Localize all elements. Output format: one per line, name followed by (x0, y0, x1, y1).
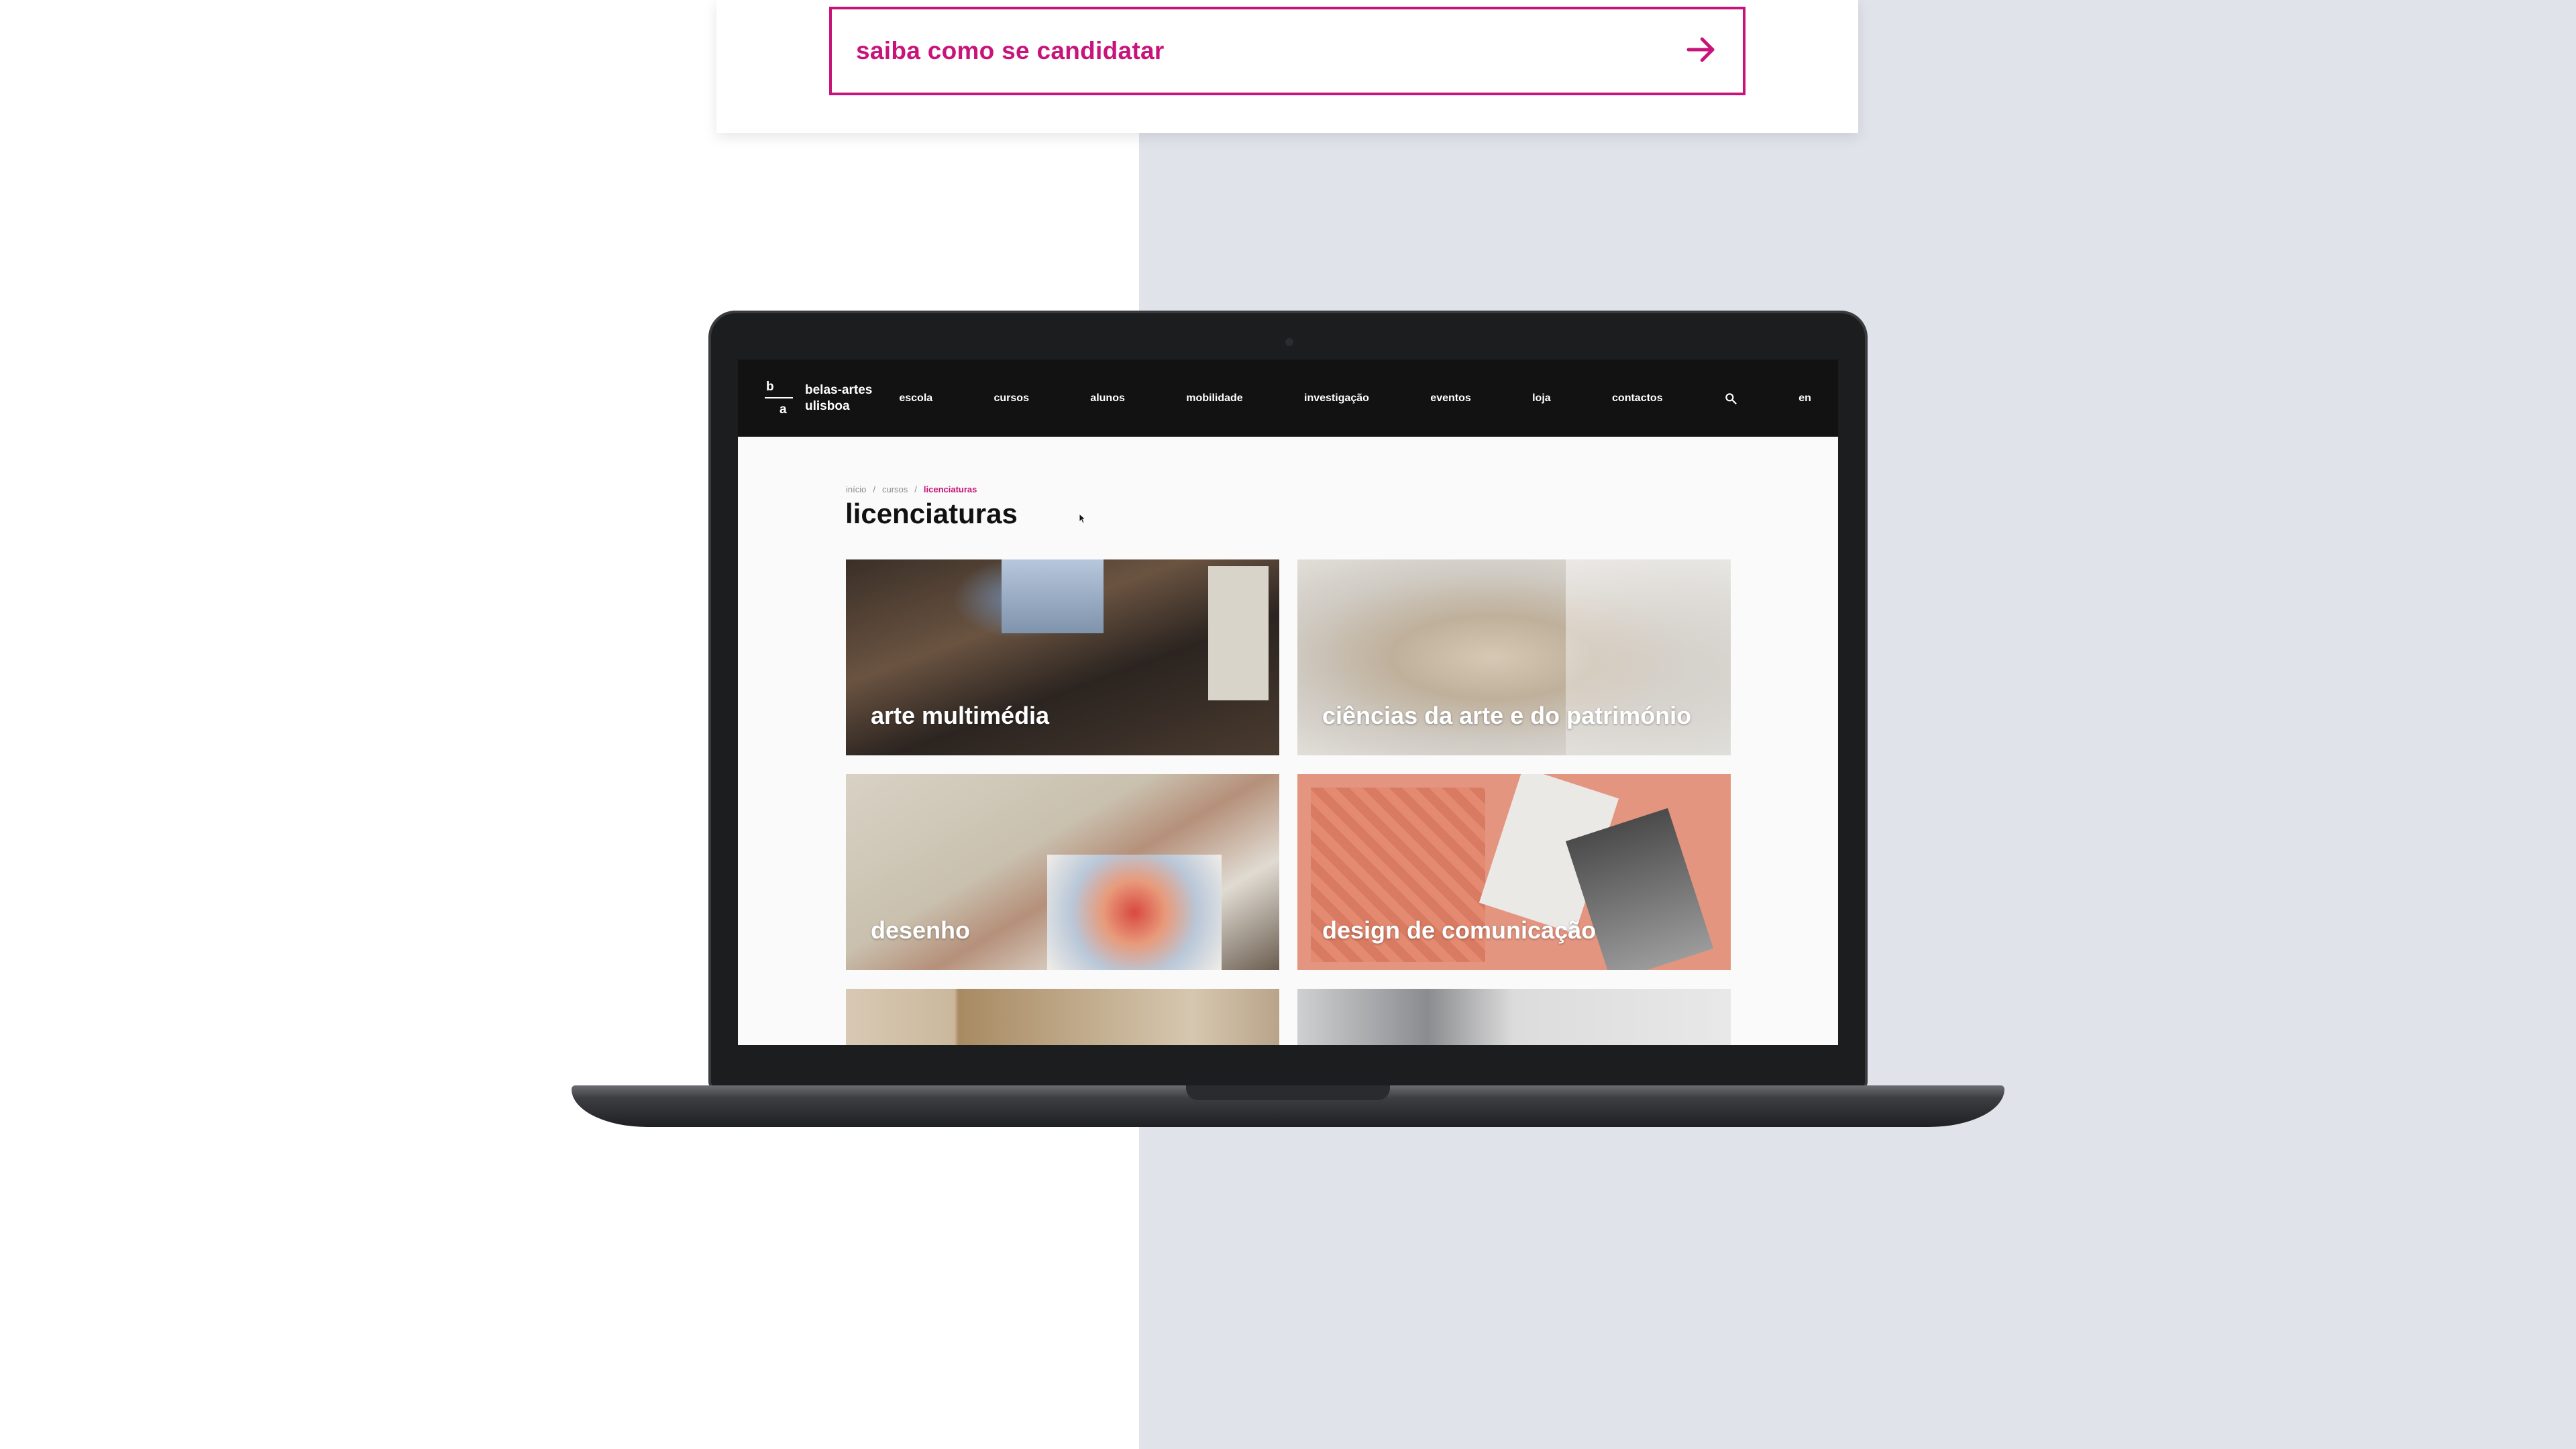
logo-mark-b: b (766, 379, 774, 394)
course-card-label: arte multimédia (871, 702, 1050, 729)
card-image-detail (1208, 566, 1269, 700)
breadcrumb-separator: / (873, 484, 875, 494)
course-card-design-de-comunicacao[interactable]: design de comunicação (1297, 774, 1731, 970)
nav-item-contactos[interactable]: contactos (1612, 392, 1663, 405)
breadcrumb-home[interactable]: início (846, 484, 866, 494)
main-nav: escola cursos alunos mobilidade investig… (899, 392, 1811, 405)
course-card-ciencias-da-arte[interactable]: ciências da arte e do património (1297, 559, 1731, 755)
card-image-detail (1047, 855, 1222, 970)
laptop-screen: b a belas-artes ulisboa escola cursos al… (738, 360, 1838, 1045)
language-switch[interactable]: en (1799, 392, 1811, 405)
breadcrumb-current: licenciaturas (923, 484, 977, 494)
arrow-right-icon (1682, 32, 1719, 71)
nav-item-loja[interactable]: loja (1532, 392, 1551, 405)
apply-button[interactable]: saiba como se candidatar (829, 7, 1746, 95)
logo-text-line1: belas-artes (805, 382, 873, 397)
mouse-cursor-icon (1079, 513, 1087, 524)
page-title: licenciaturas (845, 498, 1018, 529)
logo-text: belas-artes ulisboa (805, 382, 872, 415)
apply-card: saiba como se candidatar (716, 0, 1858, 133)
course-card-label: desenho (871, 916, 971, 944)
site-logo[interactable]: b a belas-artes ulisboa (765, 380, 872, 417)
nav-item-alunos[interactable]: alunos (1090, 392, 1125, 405)
nav-item-escola[interactable]: escola (899, 392, 932, 405)
nav-item-investigacao[interactable]: investigação (1304, 392, 1369, 405)
search-icon[interactable] (1724, 392, 1737, 405)
nav-item-cursos[interactable]: cursos (994, 392, 1029, 405)
course-card-partial[interactable] (1297, 989, 1731, 1045)
camera-icon (1285, 338, 1293, 346)
apply-button-label: saiba como se candidatar (856, 37, 1165, 64)
breadcrumb-separator: / (914, 484, 917, 494)
breadcrumb-cursos[interactable]: cursos (882, 484, 908, 494)
logo-mark: b a (765, 380, 793, 417)
logo-mark-rule (765, 396, 793, 398)
course-card-desenho[interactable]: desenho (846, 774, 1279, 970)
breadcrumb: início / cursos / licenciaturas (846, 484, 977, 494)
logo-mark-a: a (780, 402, 787, 417)
logo-text-line2: ulisboa (805, 398, 850, 413)
card-image-detail (1002, 559, 1104, 633)
nav-item-mobilidade[interactable]: mobilidade (1186, 392, 1242, 405)
course-card-label: design de comunicação (1322, 916, 1597, 944)
course-card-label: ciências da arte e do património (1322, 702, 1692, 729)
laptop-notch (1186, 1085, 1390, 1100)
course-card-partial[interactable] (846, 989, 1279, 1045)
nav-item-eventos[interactable]: eventos (1430, 392, 1470, 405)
site-header: b a belas-artes ulisboa escola cursos al… (738, 360, 1838, 437)
course-card-arte-multimedia[interactable]: arte multimédia (846, 559, 1279, 755)
